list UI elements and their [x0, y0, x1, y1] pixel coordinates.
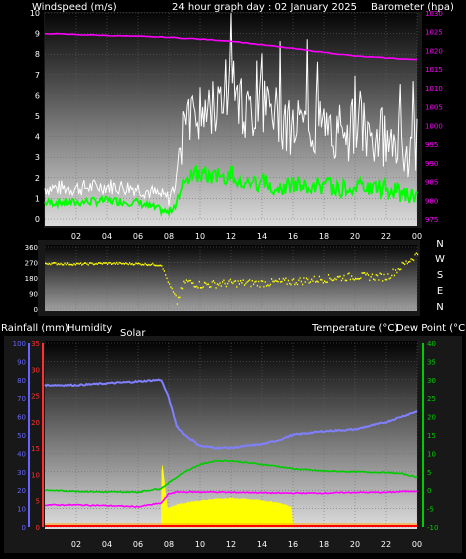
humidity-tick-label: 80: [17, 377, 26, 385]
temperature-tick-label: 40: [427, 340, 436, 348]
rain-tick-label: 25: [31, 393, 40, 401]
x-tick-label: 10: [195, 540, 205, 549]
y2-tick-label: 1015: [425, 66, 443, 74]
humidity-tick-label: 20: [17, 487, 26, 495]
rainfall-label: Rainfall (mm): [1, 323, 69, 334]
x-tick-label: 14: [257, 232, 267, 241]
compass-label: W: [435, 254, 445, 265]
x-tick-label: 18: [319, 232, 329, 241]
dewpoint-label: Dew Point (°C): [396, 323, 466, 334]
rain-tick-label: 10: [31, 471, 40, 479]
rain-tick-label: 15: [31, 445, 40, 453]
y2-tick-label: 990: [425, 160, 438, 168]
temperature-tick-label: 5: [427, 469, 431, 477]
weather-graphs: 02 04 06 08 10 12 14 16 18 20 22 000123456789109759…: [0, 0, 466, 553]
y-tick-label: 1: [35, 194, 40, 203]
humidity-tick-label: 60: [17, 414, 26, 422]
temperature-tick-label: 0: [427, 487, 431, 495]
humidity-tick-label: 10: [17, 506, 26, 514]
y-tick-label: 4: [35, 133, 40, 142]
y-tick-label: 2: [35, 174, 40, 183]
x-tick-label: 08: [164, 540, 174, 549]
y-tick-label: 5: [35, 112, 40, 121]
rain-tick-label: 35: [31, 340, 40, 348]
y2-tick-label: 980: [425, 197, 438, 205]
x-tick-label: 12: [226, 540, 236, 549]
compass-label: N: [436, 239, 443, 250]
y-tick-label: 8: [35, 50, 40, 59]
weather-graph-page: 02 04 06 08 10 12 14 16 18 20 22 00 0 1 2 3 4 5 6 7 8 9 10 975 9…: [0, 0, 466, 555]
temperature-tick-label: 15: [427, 432, 436, 440]
x-tick-label: 22: [381, 232, 391, 241]
compass-label: N: [436, 302, 443, 313]
barometer-label: Barometer (hpa): [371, 2, 454, 13]
x-tick-label: 22: [381, 540, 391, 549]
y-tick-label: 3: [35, 153, 40, 162]
x-tick-label: 02: [71, 232, 81, 241]
x-tick-label: 06: [133, 232, 143, 241]
y-tick-label: 270: [25, 260, 38, 268]
humidity-tick-label: 0: [22, 524, 26, 532]
humidity-tick-label: 40: [17, 450, 26, 458]
x-tick-label: 16: [288, 232, 298, 241]
y-tick-label: 7: [35, 71, 40, 80]
y-tick-label: 0: [34, 306, 38, 314]
x-tick-label: 16: [288, 540, 298, 549]
humidity-label: Humidity: [67, 323, 112, 334]
temperature-tick-label: -10: [427, 524, 438, 532]
y2-tick-label: 985: [425, 179, 438, 187]
y-tick-label: 90: [29, 291, 38, 299]
y-tick-label: 360: [25, 244, 38, 252]
humidity-tick-label: 70: [17, 395, 26, 403]
rain-tick-label: 5: [36, 498, 40, 506]
humidity-tick-label: 90: [17, 358, 26, 366]
x-tick-label: 08: [164, 232, 174, 241]
windspeed-label: Windspeed (m/s): [32, 2, 117, 13]
temperature-label: Temperature (°C): [311, 323, 398, 334]
rain-tick-label: 20: [31, 419, 40, 427]
humidity-tick-label: 50: [17, 432, 26, 440]
y2-tick-label: 975: [425, 216, 438, 224]
x-tick-label: 04: [102, 232, 112, 241]
temperature-tick-label: 35: [427, 358, 436, 366]
chart-title: 24 hour graph day : 02 January 2025: [172, 2, 357, 13]
x-tick-label: 12: [226, 232, 236, 241]
solar-label: Solar: [120, 328, 146, 339]
y2-tick-label: 1020: [425, 47, 443, 55]
x-tick-label: 00: [412, 540, 422, 549]
wind-plot-area: [45, 13, 417, 226]
x-tick-label: 18: [319, 540, 329, 549]
rain-tick-label: 0: [36, 524, 40, 532]
rain-tick-label: 30: [31, 366, 40, 374]
x-tick-label: 10: [195, 232, 205, 241]
x-tick-label: 06: [133, 540, 143, 549]
temperature-tick-label: 25: [427, 395, 436, 403]
x-tick-label: 14: [257, 540, 267, 549]
temperature-tick-label: 20: [427, 414, 436, 422]
x-tick-label: 02: [71, 540, 81, 549]
y2-tick-label: 1000: [425, 122, 443, 130]
y-tick-label: 9: [35, 30, 40, 39]
x-tick-label: 04: [102, 540, 112, 549]
temperature-tick-label: 30: [427, 377, 436, 385]
x-tick-label: 20: [350, 232, 360, 241]
y2-tick-label: 995: [425, 141, 438, 149]
x-tick-label: 20: [350, 540, 360, 549]
x-tick-label: 00: [412, 232, 422, 241]
y-tick-label: 180: [25, 275, 38, 283]
y2-tick-label: 1025: [425, 29, 443, 37]
temperature-tick-label: -5: [427, 506, 434, 514]
temperature-tick-label: 10: [427, 450, 436, 458]
humidity-tick-label: 30: [17, 469, 26, 477]
y-tick-label: 6: [35, 91, 40, 100]
y2-tick-label: 1010: [425, 85, 443, 93]
y2-tick-label: 1005: [425, 104, 443, 112]
y-tick-label: 0: [35, 215, 40, 224]
compass-label: S: [437, 270, 443, 281]
compass-label: E: [437, 286, 443, 297]
humidity-tick-label: 100: [13, 340, 26, 348]
